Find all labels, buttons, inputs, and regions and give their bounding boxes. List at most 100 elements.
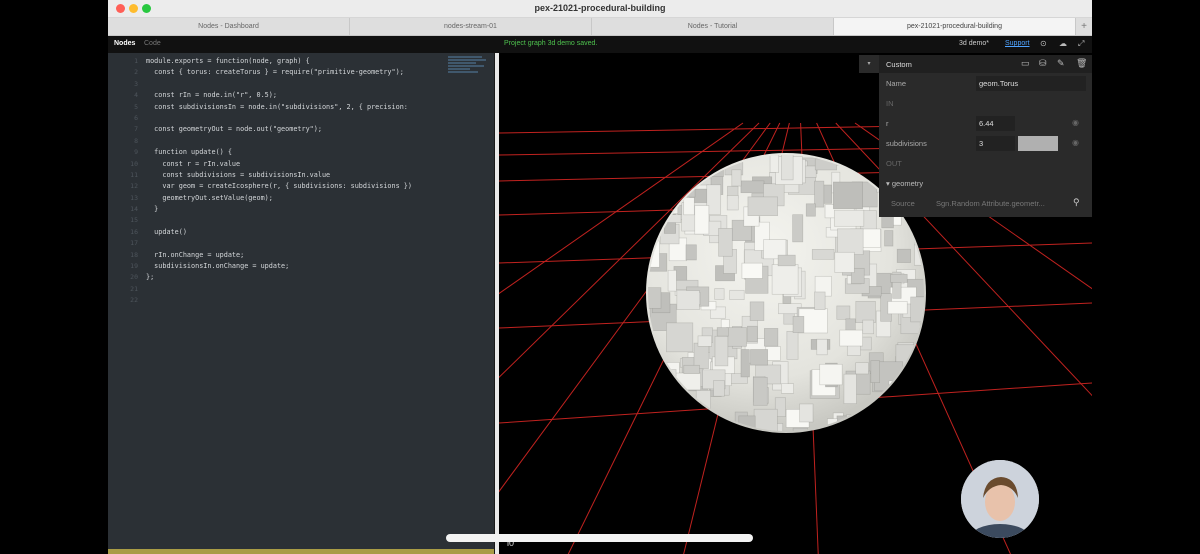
name-field[interactable]: geom.Torus [976, 76, 1086, 91]
sphere-block [676, 290, 700, 310]
sphere-block [887, 301, 908, 315]
new-tab-button[interactable]: + [1076, 18, 1092, 35]
code-line[interactable]: rIn.onChange = update; [146, 250, 412, 261]
code-line[interactable]: }; [146, 272, 412, 283]
code-minimap[interactable] [448, 56, 488, 80]
sphere-block [892, 385, 910, 412]
sphere-block [926, 339, 937, 362]
home-indicator [446, 534, 753, 542]
code-line[interactable]: subdivisionsIn.onChange = update; [146, 261, 412, 272]
sphere-block [896, 248, 911, 263]
window-title: pex-21021-procedural-building [534, 3, 666, 13]
code-lines[interactable]: module.exports = function(node, graph) {… [146, 56, 412, 307]
code-line[interactable] [146, 79, 412, 90]
tab-nodes-stream[interactable]: nodes-stream-01 [350, 18, 592, 35]
code-line[interactable]: update() [146, 227, 412, 238]
node-inspector: Custom ▭ ⛁ ✎ 🗑 Name geom.Torus IN r 6.44… [879, 55, 1092, 217]
geometry-label[interactable]: ▾ geometry [886, 179, 923, 188]
tab-nodes-dashboard[interactable]: Nodes - Dashboard [108, 18, 350, 35]
link-icon[interactable]: ⚲ [1073, 197, 1080, 208]
trash-icon[interactable]: 🗑 [1076, 58, 1087, 69]
support-link[interactable]: Support [1005, 40, 1030, 47]
code-line[interactable] [146, 136, 412, 147]
fullscreen-icon[interactable]: ⤢ [1078, 39, 1084, 49]
code-line[interactable]: var geom = createIcosphere(r, { subdivis… [146, 181, 412, 192]
presenter-avatar [961, 460, 1039, 538]
sphere-block [799, 403, 814, 423]
sphere-block [792, 316, 805, 333]
subdivisions-slider[interactable] [1018, 136, 1058, 151]
tab-nodes-tutorial[interactable]: Nodes - Tutorial [592, 18, 834, 35]
line-number: 20 [130, 273, 138, 282]
code-line[interactable]: geometryOut.setValue(geom); [146, 193, 412, 204]
code-line[interactable]: } [146, 204, 412, 215]
code-editor[interactable]: 1 2 3 4 5 6 7 8 9 10 11 12 13 14 15 16 1… [108, 53, 494, 554]
sphere-block [845, 155, 860, 166]
eye-icon[interactable]: ◉ [1072, 118, 1079, 127]
sphere-block [843, 373, 857, 405]
sphere-block [834, 251, 855, 273]
code-line[interactable] [146, 295, 412, 306]
sphere-block [749, 301, 765, 321]
sphere-block [919, 378, 924, 392]
inspector-header: Custom ▭ ⛁ ✎ 🗑 [879, 55, 1092, 73]
code-line[interactable]: const subdivisionsIn = node.in("subdivis… [146, 102, 412, 113]
code-tab[interactable]: Code [144, 40, 161, 47]
code-line[interactable]: module.exports = function(node, graph) { [146, 56, 412, 67]
inputs-section: IN [879, 93, 1092, 113]
sphere-block [667, 170, 681, 186]
sphere-block [750, 349, 769, 366]
code-line[interactable] [146, 215, 412, 226]
edit-icon[interactable]: ✎ [1057, 58, 1065, 69]
sphere-block [814, 291, 826, 310]
eye-icon[interactable]: ◉ [1072, 138, 1079, 147]
line-number: 15 [130, 216, 138, 225]
sphere-block [729, 289, 745, 300]
project-name[interactable]: 3d demo* [959, 40, 989, 47]
sphere-block [927, 273, 956, 294]
line-number: 2 [134, 68, 138, 77]
code-line[interactable] [146, 284, 412, 295]
code-line[interactable] [146, 238, 412, 249]
help-icon[interactable]: ⊙ [1040, 39, 1047, 48]
line-number: 3 [134, 79, 138, 88]
editor-icon[interactable]: ▭ [1021, 58, 1030, 69]
sphere-block [714, 288, 725, 300]
inspector-collapse-button[interactable]: ▾ [859, 55, 879, 73]
code-line[interactable]: const subdivisions = subdivisionsIn.valu… [146, 170, 412, 181]
code-line[interactable] [146, 113, 412, 124]
sphere-block [764, 328, 779, 347]
output-geometry-row[interactable]: ▾ geometry [879, 173, 1092, 193]
sphere-block [884, 230, 894, 247]
sphere-block [679, 155, 706, 165]
code-line[interactable]: const geometryOut = node.out("geometry")… [146, 124, 412, 135]
sphere-block [919, 414, 924, 431]
sphere-block [901, 378, 913, 398]
out-heading: OUT [886, 159, 902, 168]
code-line[interactable]: const { torus: createTorus } = require("… [146, 67, 412, 78]
cloud-icon[interactable]: ☁ [1059, 39, 1067, 48]
code-line[interactable]: const r = rIn.value [146, 159, 412, 170]
graph-icon[interactable]: ⛁ [1039, 58, 1047, 69]
sphere-block [922, 328, 924, 343]
code-line[interactable]: function update() { [146, 147, 412, 158]
line-number: 21 [130, 284, 138, 293]
sphere-block [814, 180, 825, 208]
nodes-tab[interactable]: Nodes [114, 40, 135, 47]
r-input[interactable]: 6.44 [976, 116, 1015, 131]
param-row-subdivisions: subdivisions 3 ◉ [879, 133, 1092, 153]
name-row: Name geom.Torus [879, 73, 1092, 93]
sphere-block [845, 424, 868, 431]
subdivisions-input[interactable]: 3 [976, 136, 1015, 151]
param-row-r: r 6.44 ◉ [879, 113, 1092, 133]
sphere-block [781, 155, 794, 181]
code-line[interactable]: const rIn = node.in("r", 0.5); [146, 90, 412, 101]
sphere-block [886, 404, 913, 430]
subdivisions-label: subdivisions [886, 139, 927, 148]
source-row: Source Sgn.Random Attribute.geometr... ⚲ [879, 193, 1092, 215]
tab-procedural-building[interactable]: pex-21021-procedural-building [834, 18, 1076, 35]
sphere-block [714, 335, 729, 367]
sphere-block [868, 434, 879, 452]
sphere-block [870, 360, 880, 384]
browser-tab-bar: Nodes - Dashboard nodes-stream-01 Nodes … [108, 18, 1092, 36]
